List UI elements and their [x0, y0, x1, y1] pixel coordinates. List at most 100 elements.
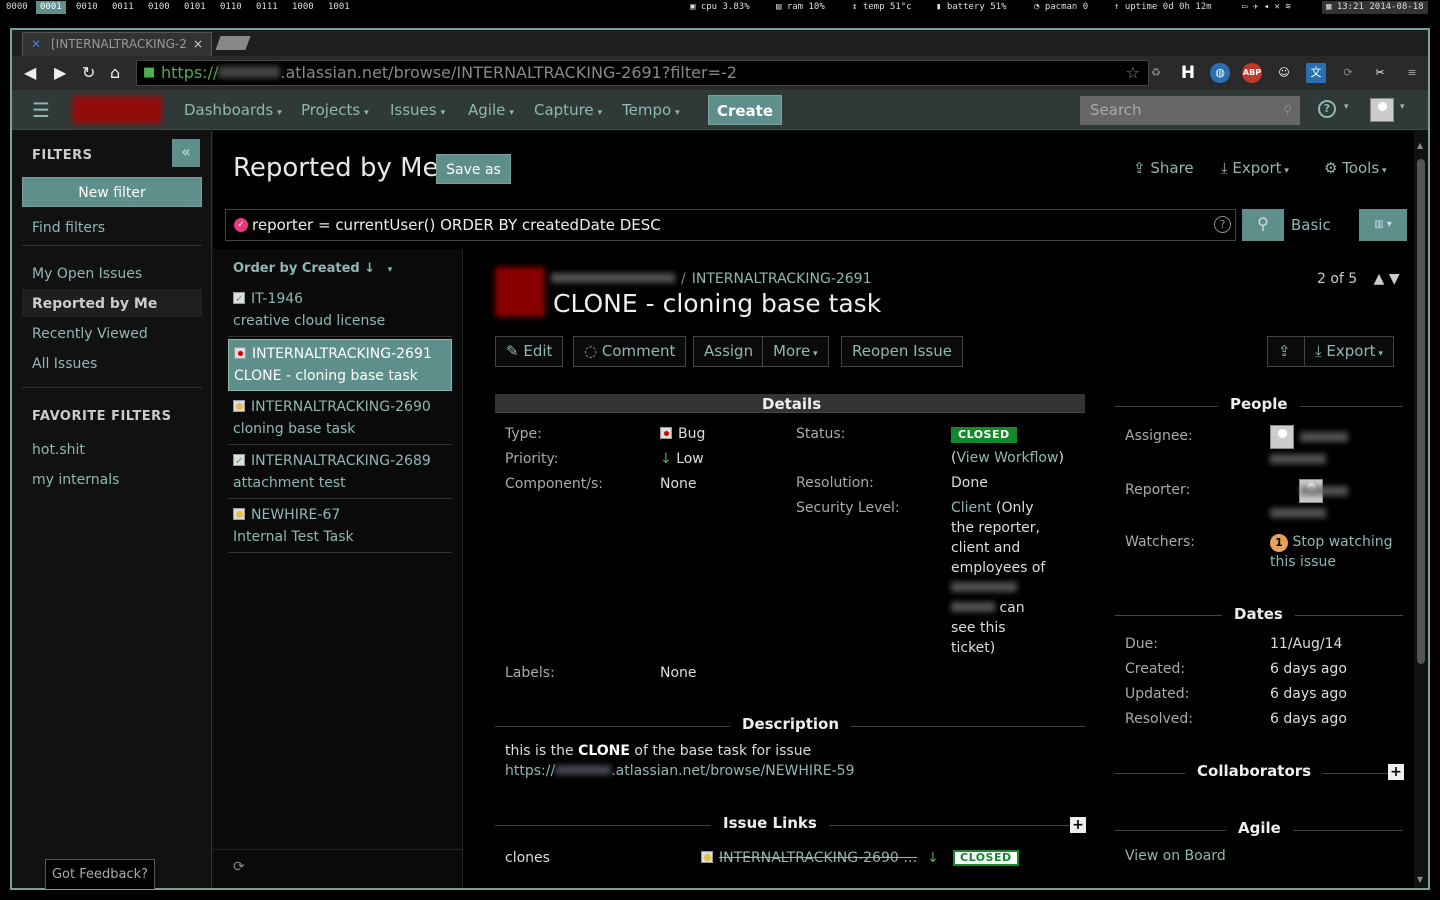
workspace-7[interactable]: 0111 — [252, 1, 282, 14]
save-as-button[interactable]: Save as — [436, 154, 511, 184]
tools-button[interactable]: ⚙ Tools ▾ — [1324, 159, 1387, 177]
workspace-2[interactable]: 0010 — [72, 1, 102, 14]
list-item[interactable]: IT-1946 creative cloud license — [228, 285, 452, 337]
workspace-8[interactable]: 1000 — [288, 1, 318, 14]
nav-dashboards[interactable]: Dashboards ▾ — [184, 101, 282, 119]
help-chevron-icon[interactable]: ▾ — [1344, 102, 1349, 112]
new-tab-button[interactable] — [215, 36, 251, 50]
stop-watching-link[interactable]: 1 Stop watching this issue — [1270, 532, 1400, 572]
workspace-1[interactable]: 0001 — [36, 1, 66, 14]
more-button[interactable]: More ▾ — [762, 336, 829, 367]
sidebar-item-all-issues[interactable]: All Issues — [32, 356, 97, 372]
basic-search-toggle[interactable]: Basic — [1291, 216, 1331, 234]
refresh-icon[interactable]: ⟳ — [233, 859, 245, 875]
sidebar-item-recently-viewed[interactable]: Recently Viewed — [32, 326, 148, 342]
export-button[interactable]: ⤓ Export ▾ — [1221, 159, 1289, 177]
columns-button[interactable]: ▥ ▾ — [1359, 209, 1407, 241]
linked-status: CLOSED — [953, 847, 1019, 867]
home-icon[interactable]: ⌂ — [110, 64, 120, 82]
scrollbar-thumb[interactable] — [1417, 159, 1425, 664]
workspace-9[interactable]: 1001 — [324, 1, 354, 14]
next-issue-icon[interactable]: ▼ — [1389, 271, 1400, 287]
scrollbar[interactable]: ▲ ▼ — [1414, 131, 1428, 888]
app-switcher-icon[interactable]: ☰ — [32, 98, 50, 122]
scroll-down-icon[interactable]: ▼ — [1417, 875, 1423, 884]
prev-issue-icon[interactable]: ▲ — [1374, 271, 1385, 287]
extension-recycle-icon[interactable]: ♻ — [1146, 63, 1166, 83]
reporter-name-redacted[interactable] — [1270, 508, 1326, 518]
search-icon: ⚲ — [1257, 214, 1269, 233]
comment-button[interactable]: ◌ Comment — [573, 336, 687, 367]
linked-issue[interactable]: INTERNALTRACKING-2690 … — [701, 848, 917, 868]
nav-tempo[interactable]: Tempo ▾ — [622, 101, 680, 119]
find-filters-link[interactable]: Find filters — [32, 220, 105, 236]
help-icon[interactable]: ? — [1318, 100, 1336, 118]
extension-bolt-icon[interactable]: ✂ — [1370, 63, 1390, 83]
translate-icon[interactable]: 文 — [1306, 63, 1326, 83]
extension-h-icon[interactable]: H — [1178, 63, 1198, 83]
nav-projects[interactable]: Projects ▾ — [301, 101, 369, 119]
list-item[interactable]: NEWHIRE-67 Internal Test Task — [228, 501, 452, 553]
user-chevron-icon[interactable]: ▾ — [1400, 102, 1405, 112]
edit-button[interactable]: ✎ Edit — [495, 336, 564, 367]
workspace-5[interactable]: 0101 — [180, 1, 210, 14]
collapse-sidebar-button[interactable]: « — [172, 139, 200, 167]
extension-globe-icon[interactable]: ◍ — [1210, 63, 1230, 83]
close-tab-icon[interactable]: × — [193, 33, 203, 55]
back-icon[interactable]: ◀ — [24, 64, 36, 82]
extension-cat-icon[interactable]: ☺ — [1274, 63, 1294, 83]
feedback-button[interactable]: Got Feedback? — [45, 859, 155, 889]
forward-icon[interactable]: ▶ — [54, 64, 66, 82]
reporter-name-redacted[interactable] — [1300, 486, 1348, 496]
nav-capture[interactable]: Capture ▾ — [534, 101, 602, 119]
favorite-filter-hot-shit[interactable]: hot.shit — [32, 442, 85, 458]
collaborators-heading: Collaborators — [1185, 762, 1324, 780]
issue-key: INTERNALTRACKING-2691 — [252, 346, 432, 362]
bookmark-star-icon[interactable]: ☆ — [1126, 61, 1140, 85]
sidebar-item-my-open-issues[interactable]: My Open Issues — [32, 266, 142, 282]
create-button[interactable]: Create — [708, 95, 782, 125]
list-item[interactable]: INTERNALTRACKING-2689 attachment test — [228, 447, 452, 499]
issue-key-link[interactable]: INTERNALTRACKING-2691 — [692, 271, 872, 287]
nav-agile[interactable]: Agile ▾ — [468, 101, 514, 119]
share-issue-button[interactable]: ⇪ — [1267, 336, 1305, 367]
add-collaborator-icon[interactable]: + — [1388, 764, 1404, 780]
adblock-icon[interactable]: ABP — [1242, 63, 1262, 83]
nav-issues[interactable]: Issues ▾ — [390, 101, 445, 119]
reload-icon[interactable]: ↻ — [82, 64, 95, 82]
reporter-label: Reporter: — [1125, 482, 1191, 498]
browser-tab[interactable]: ✕ [INTERNALTRACKING-2 × — [22, 32, 212, 56]
favorite-filter-my-internals[interactable]: my internals — [32, 472, 119, 488]
view-on-board-link[interactable]: View on Board — [1125, 846, 1226, 866]
workspace-3[interactable]: 0011 — [108, 1, 138, 14]
syntax-help-icon[interactable]: ? — [1214, 216, 1231, 233]
user-avatar[interactable] — [1370, 98, 1394, 122]
export-issue-button[interactable]: ⤓ Export ▾ — [1304, 336, 1394, 367]
workspace-0[interactable]: 0000 — [2, 1, 32, 14]
project-link-redacted[interactable] — [551, 273, 675, 283]
client-link[interactable]: Client — [951, 500, 992, 516]
extension-sync-icon[interactable]: ⟳ — [1338, 63, 1358, 83]
assignee-name-redacted[interactable] — [1270, 454, 1326, 464]
reopen-issue-button[interactable]: Reopen Issue — [841, 336, 963, 367]
address-bar[interactable]: ■ https:// .atlassian.net/browse/INTERNAL… — [136, 60, 1149, 86]
workspace-6[interactable]: 0110 — [216, 1, 246, 14]
jql-query-input[interactable]: ✓ reporter = currentUser() ORDER BY crea… — [225, 209, 1236, 241]
new-filter-button[interactable]: New filter — [22, 177, 202, 207]
description-link[interactable]: https://.atlassian.net/browse/NEWHIRE-59 — [505, 761, 1075, 781]
view-workflow-link[interactable]: View Workflow — [956, 450, 1058, 466]
assignee-name-redacted[interactable] — [1300, 432, 1348, 442]
search-input[interactable]: Search ⚲ — [1080, 96, 1300, 125]
search-button[interactable]: ⚲ — [1242, 209, 1284, 241]
scroll-up-icon[interactable]: ▲ — [1417, 141, 1423, 150]
assign-button[interactable]: Assign — [693, 336, 765, 367]
list-item-selected[interactable]: INTERNALTRACKING-2691 CLONE - cloning ba… — [228, 339, 452, 391]
share-button[interactable]: ⇪ Share — [1133, 159, 1194, 177]
workspace-4[interactable]: 0100 — [144, 1, 174, 14]
list-item[interactable]: INTERNALTRACKING-2690 cloning base task — [228, 393, 452, 445]
order-by-button[interactable]: Order by Created ↓ ▾ — [233, 261, 392, 276]
browser-menu-icon[interactable]: ≡ — [1402, 63, 1422, 83]
add-link-icon[interactable]: + — [1070, 817, 1086, 833]
sidebar-item-reported-by-me[interactable]: Reported by Me — [32, 296, 157, 312]
company-logo[interactable] — [72, 96, 162, 124]
